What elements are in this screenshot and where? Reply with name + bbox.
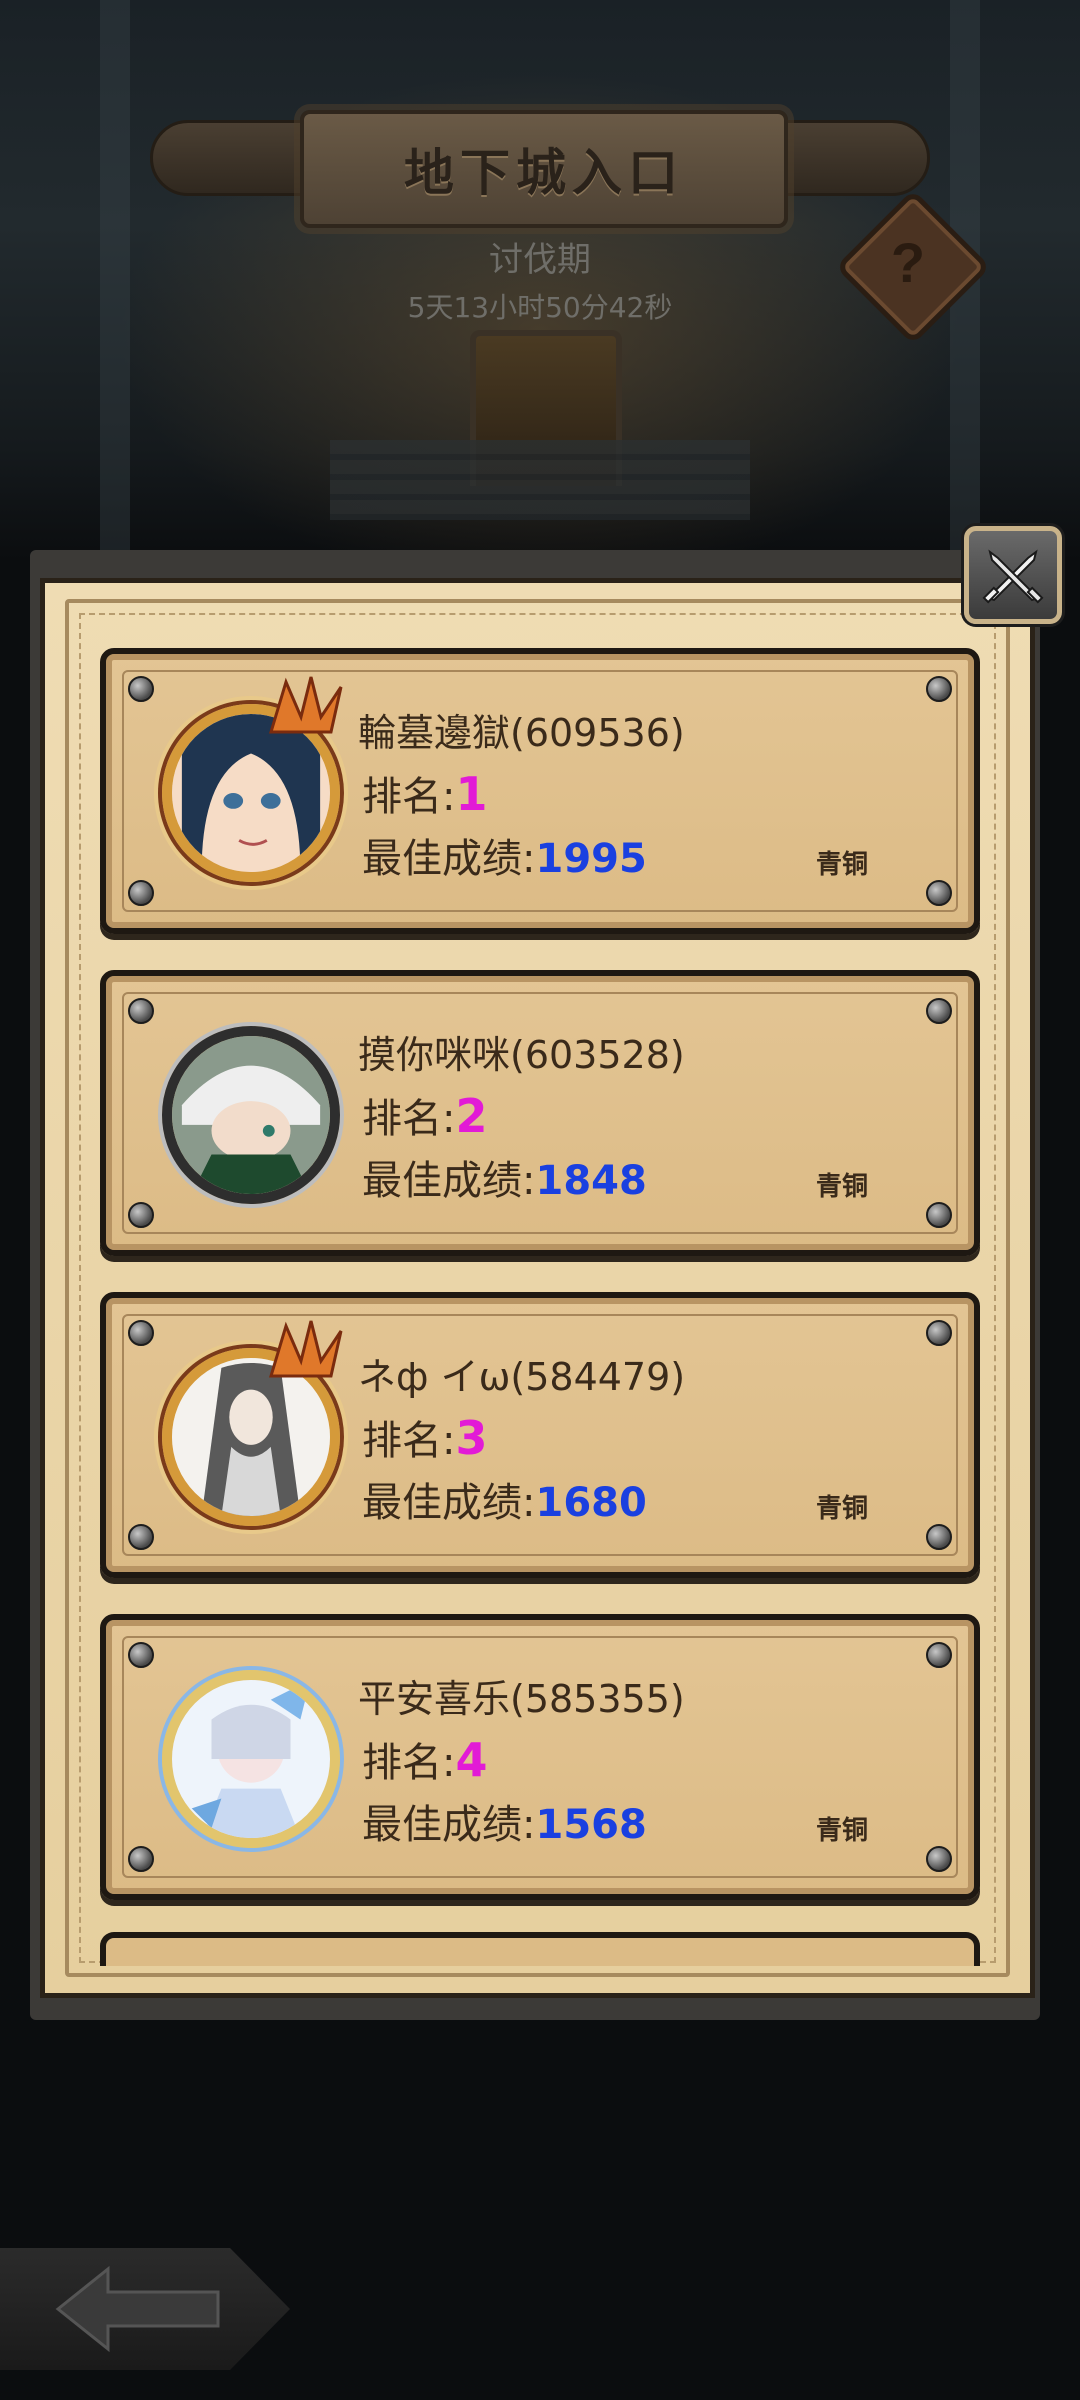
rivet-icon (128, 1524, 154, 1550)
rivet-icon (128, 998, 154, 1024)
tier-badge: 青铜 (816, 1172, 869, 1202)
rivet-icon (926, 998, 952, 1024)
crossed-swords-close-icon (982, 549, 1044, 604)
player-name: 平安喜乐(585355) (358, 1677, 685, 1721)
rank-label: 排名: (362, 774, 456, 820)
score-label: 最佳成绩: (362, 1480, 536, 1526)
ranking-card[interactable]: 摸你咪咪(603528) 排名:2 最佳成绩:1848 青铜 (100, 970, 980, 1256)
player-avatar[interactable] (162, 1670, 340, 1848)
rank-label: 排名: (362, 1740, 456, 1786)
ranking-list: 輪墓邊獄(609536) 排名:1 最佳成绩:1995 青铜 摸你咪咪(6035… (100, 648, 980, 1936)
rivet-icon (926, 1320, 952, 1346)
rank-label: 排名: (362, 1418, 456, 1464)
score-label: 最佳成绩: (362, 1802, 536, 1848)
rivet-icon (128, 1320, 154, 1346)
avatar-portrait-icon (172, 1680, 330, 1838)
ranking-card[interactable]: 平安喜乐(585355) 排名:4 最佳成绩:1568 青铜 (100, 1614, 980, 1900)
title-wing-left (150, 120, 316, 196)
rivet-icon (128, 1202, 154, 1228)
tier-badge: 青铜 (816, 850, 869, 880)
left-arrow-icon (55, 2265, 220, 2353)
rivet-icon (128, 1846, 154, 1872)
player-name: 輪墓邊獄(609536) (358, 711, 685, 755)
ranking-card[interactable]: 輪墓邊獄(609536) 排名:1 最佳成绩:1995 青铜 (100, 648, 980, 934)
title-plaque: 地下城入口 (300, 110, 788, 228)
rivet-icon (128, 676, 154, 702)
tier-badge: 青铜 (816, 1816, 869, 1846)
score-line: 最佳成绩:1568 (362, 1792, 647, 1850)
rivet-icon (128, 880, 154, 906)
ranking-card-partial (100, 1932, 980, 1966)
rivet-icon (128, 1642, 154, 1668)
back-button[interactable] (0, 2248, 290, 2370)
score-value: 1995 (535, 836, 647, 882)
rivet-icon (926, 880, 952, 906)
score-line: 最佳成绩:1995 (362, 826, 647, 884)
score-label: 最佳成绩: (362, 836, 536, 882)
crown-crest-icon (268, 676, 343, 734)
score-value: 1568 (535, 1802, 647, 1848)
rank-line: 排名:2 (362, 1086, 488, 1144)
close-button[interactable] (964, 526, 1062, 624)
avatar-portrait-icon (172, 1036, 330, 1194)
ranking-card[interactable]: ネф イω(584479) 排名:3 最佳成绩:1680 青铜 (100, 1292, 980, 1578)
rivet-icon (926, 1846, 952, 1872)
rank-line: 排名:4 (362, 1730, 488, 1788)
rank-line: 排名:3 (362, 1408, 488, 1466)
rank-value: 2 (455, 1089, 488, 1143)
crown-crest-icon (268, 1320, 343, 1378)
player-name: ネф イω(584479) (358, 1355, 686, 1399)
rivet-icon (926, 1202, 952, 1228)
score-label: 最佳成绩: (362, 1158, 536, 1204)
page-title: 地下城入口 (404, 144, 684, 202)
rank-value: 1 (455, 767, 488, 821)
title-wing-right (764, 120, 930, 196)
player-avatar[interactable] (162, 1026, 340, 1204)
score-value: 1680 (535, 1480, 647, 1526)
rank-label: 排名: (362, 1096, 456, 1142)
score-value: 1848 (535, 1158, 647, 1204)
question-mark-icon[interactable]: ? (858, 212, 958, 312)
player-name: 摸你咪咪(603528) (358, 1033, 685, 1077)
rivet-icon (926, 1524, 952, 1550)
dungeon-steps (330, 440, 750, 520)
rivet-icon (926, 676, 952, 702)
rivet-icon (926, 1642, 952, 1668)
score-line: 最佳成绩:1848 (362, 1148, 647, 1206)
rank-line: 排名:1 (362, 764, 488, 822)
rank-value: 4 (455, 1733, 488, 1787)
score-line: 最佳成绩:1680 (362, 1470, 647, 1528)
tier-badge: 青铜 (816, 1494, 869, 1524)
rank-value: 3 (455, 1411, 488, 1465)
